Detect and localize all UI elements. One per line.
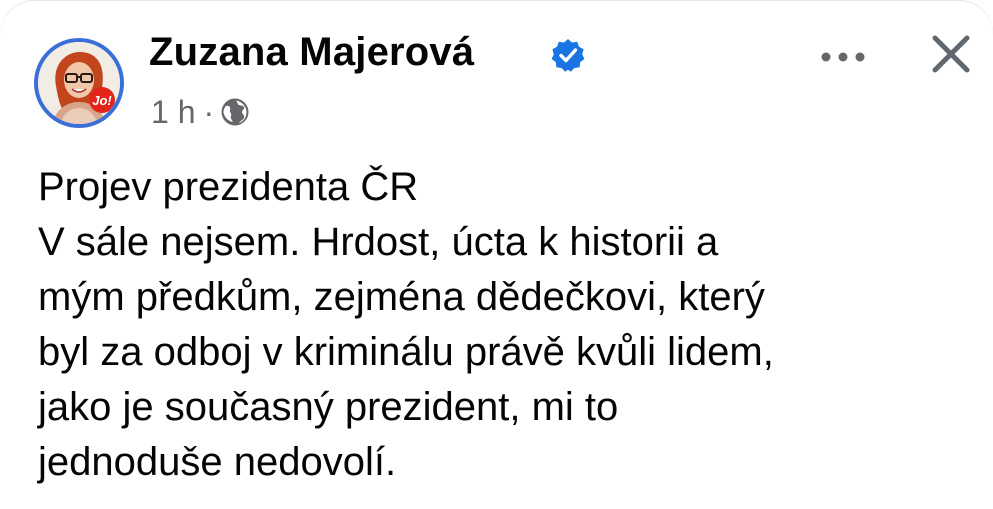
post-meta: 1 h · [151,92,250,132]
close-icon [932,35,970,73]
avatar-photo: Jo! [38,42,120,124]
globe-icon[interactable] [220,97,250,127]
post-text: Projev prezidenta ČR V sále nejsem. Hrdo… [38,160,978,490]
post-text-line: jednoduše nedovolí. [38,440,397,484]
post-time[interactable]: 1 h [151,94,195,131]
post-text-line: mým předkům, zejména dědečkovi, který [38,275,765,319]
avatar-badge-text: Jo! [92,93,112,108]
more-options-button[interactable] [818,42,868,72]
post-text-line: V sále nejsem. Hrdost, úcta k historii a [38,220,719,264]
post-text-line: jako je současný prezident, mi to [38,385,619,429]
avatar[interactable]: Jo! [34,38,124,128]
close-button[interactable] [925,28,977,80]
author-name[interactable]: Zuzana Majerová [149,30,474,75]
verified-badge-icon [551,39,585,72]
post-card: Jo! Zuzana Majerová 1 h · Projev prezide… [0,0,993,509]
meta-separator: · [203,93,215,130]
post-text-line: Projev prezidenta ČR [38,165,419,209]
more-options-icon [821,52,865,62]
post-text-line: byl za odboj v kriminálu právě kvůli lid… [38,330,774,374]
